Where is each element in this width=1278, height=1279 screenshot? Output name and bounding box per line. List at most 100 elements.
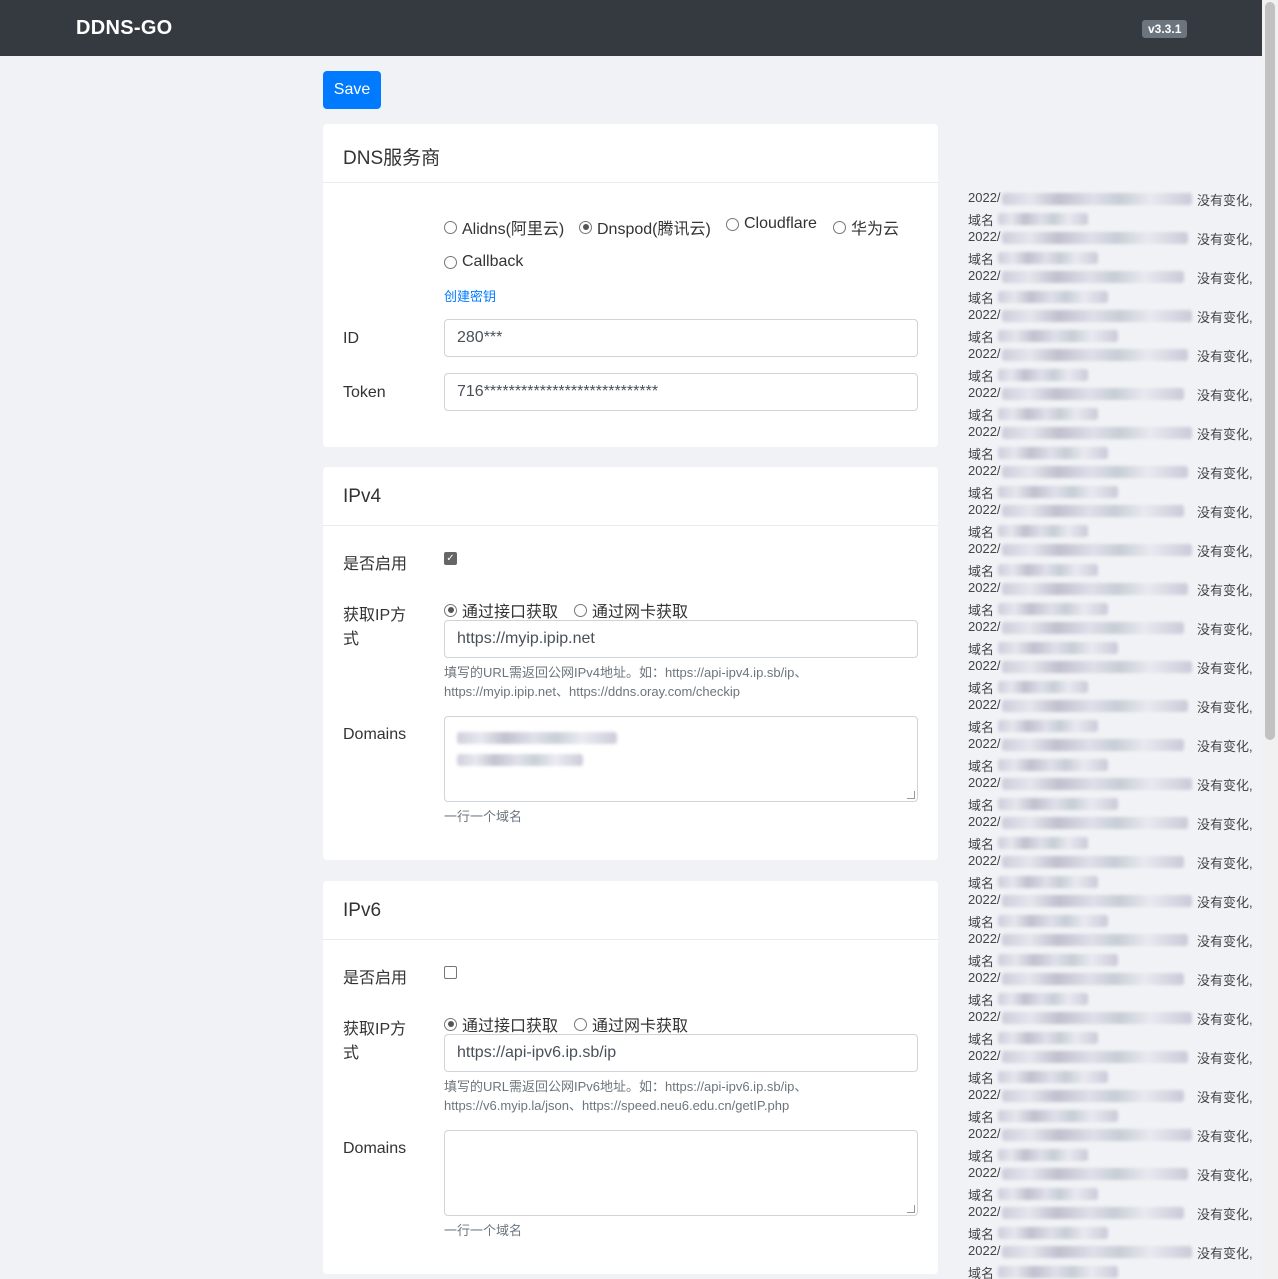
- redacted-log-text: [1002, 739, 1184, 751]
- log-entry-domain: 域名: [968, 403, 1262, 423]
- log-domain-label: 域名: [968, 368, 995, 384]
- ipv6-enable-checkbox[interactable]: [444, 966, 457, 979]
- log-entry-domain: 域名: [968, 949, 1262, 969]
- ipv4-method-api-label: 通过接口获取: [462, 604, 559, 621]
- log-date: 2022/: [968, 307, 1001, 322]
- log-domain-label: 域名: [968, 485, 995, 501]
- log-entry-status: 2022/没有变化,: [968, 1046, 1262, 1066]
- log-entry-domain: 域名: [968, 793, 1262, 813]
- redacted-log-text: [998, 251, 1098, 264]
- log-domain-label: 域名: [968, 329, 995, 345]
- redacted-log-text: [1002, 661, 1192, 673]
- ipv6-method-nic-radio[interactable]: 通过网卡获取: [574, 1012, 688, 1036]
- radio-dnspod-indicator[interactable]: [579, 220, 592, 234]
- radio-callback-indicator[interactable]: [444, 255, 457, 269]
- redacted-log-text: [1002, 232, 1188, 244]
- redacted-log-text: [1002, 505, 1184, 517]
- log-entry-status: 2022/没有变化,: [968, 1202, 1262, 1222]
- log-domain-label: 域名: [968, 1031, 995, 1047]
- resize-grip-icon[interactable]: [907, 791, 915, 799]
- log-domain-label: 域名: [968, 602, 995, 618]
- redacted-log-text: [1002, 544, 1192, 556]
- log-entry-status: 2022/没有变化,: [968, 656, 1262, 676]
- log-domain-label: 域名: [968, 524, 995, 540]
- redacted-log-text: [1002, 700, 1188, 712]
- redacted-log-text: [1002, 817, 1188, 829]
- ipv6-card: IPv6 是否启用 获取IP方式 通过接口获取 通过网卡获取 https://a…: [323, 881, 938, 1274]
- log-entry-status: 2022/没有变化,: [968, 734, 1262, 754]
- log-no-change: 没有变化,: [1197, 778, 1253, 793]
- provider-radio-huaweicloud[interactable]: 华为云: [833, 215, 899, 239]
- save-button[interactable]: Save: [323, 71, 381, 109]
- ipv6-domains-label: Domains: [343, 1140, 407, 1157]
- redacted-log-text: [998, 1031, 1098, 1044]
- redacted-log-text: [998, 758, 1108, 771]
- ipv4-url-help-line1: 填写的URL需返回公网IPv4地址。如：https://api-ipv4.ip.…: [444, 665, 808, 680]
- provider-radio-alidns[interactable]: Alidns(阿里云): [444, 215, 564, 239]
- ipv6-nic-radio-indicator[interactable]: [574, 1017, 587, 1031]
- redacted-log-text: [1002, 1207, 1184, 1219]
- log-entry-status: 2022/没有变化,: [968, 1163, 1262, 1183]
- scrollbar-thumb[interactable]: [1265, 2, 1275, 740]
- log-no-change: 没有变化,: [1197, 1129, 1253, 1144]
- provider-radio-cloudflare[interactable]: Cloudflare: [726, 215, 817, 233]
- id-label: ID: [343, 330, 359, 347]
- ipv6-method-api-label: 通过接口获取: [462, 1018, 559, 1035]
- create-key-link[interactable]: 创建密钥: [444, 286, 496, 305]
- redacted-log-text: [998, 602, 1108, 615]
- log-domain-label: 域名: [968, 407, 995, 423]
- provider-radio-callback[interactable]: Callback: [444, 253, 523, 271]
- ipv6-api-radio-indicator[interactable]: [444, 1017, 457, 1031]
- log-entry-status: 2022/没有变化,: [968, 266, 1262, 286]
- log-domain-label: 域名: [968, 641, 995, 657]
- ipv4-method-api-radio[interactable]: 通过接口获取: [444, 598, 558, 622]
- redacted-log-text: [1002, 349, 1188, 361]
- log-no-change: 没有变化,: [1197, 622, 1253, 637]
- log-date: 2022/: [968, 931, 1001, 946]
- redacted-log-text: [1002, 193, 1192, 205]
- log-no-change: 没有变化,: [1197, 817, 1253, 832]
- log-no-change: 没有变化,: [1197, 349, 1253, 364]
- log-domain-label: 域名: [968, 1070, 995, 1086]
- redacted-log-text: [998, 1187, 1098, 1200]
- ipv4-domains-help: 一行一个域名: [444, 809, 523, 824]
- ipv6-domains-textarea[interactable]: [444, 1130, 918, 1216]
- log-domain-label: 域名: [968, 992, 995, 1008]
- app-brand[interactable]: DDNS-GO: [76, 17, 173, 40]
- redacted-log-text: [1002, 1129, 1192, 1141]
- ipv6-url-input[interactable]: https://api-ipv6.ip.sb/ip: [444, 1034, 918, 1072]
- ipv6-method-api-radio[interactable]: 通过接口获取: [444, 1012, 558, 1036]
- log-no-change: 没有变化,: [1197, 310, 1253, 325]
- ipv4-nic-radio-indicator[interactable]: [574, 603, 587, 617]
- provider-radio-dnspod[interactable]: Dnspod(腾讯云): [579, 215, 711, 239]
- log-date: 2022/: [968, 736, 1001, 751]
- redacted-log-text: [1002, 934, 1188, 946]
- redacted-log-text: [998, 719, 1098, 732]
- log-no-change: 没有变化,: [1197, 427, 1253, 442]
- ipv4-domains-textarea[interactable]: [444, 716, 918, 802]
- log-domain-label: 域名: [968, 212, 995, 228]
- log-entry-domain: 域名: [968, 1105, 1262, 1125]
- redacted-log-text: [1002, 973, 1184, 985]
- ipv4-method-nic-radio[interactable]: 通过网卡获取: [574, 598, 688, 622]
- log-no-change: 没有变化,: [1197, 544, 1253, 559]
- id-input[interactable]: 280***: [444, 319, 918, 357]
- token-input[interactable]: 716****************************: [444, 373, 918, 411]
- log-date: 2022/: [968, 853, 1001, 868]
- redacted-log-text: [1002, 1051, 1188, 1063]
- log-entry-domain: 域名: [968, 871, 1262, 891]
- radio-cloudflare-indicator[interactable]: [726, 217, 739, 231]
- ipv4-api-radio-indicator[interactable]: [444, 603, 457, 617]
- log-entry-status: 2022/没有变化,: [968, 344, 1262, 364]
- log-date: 2022/: [968, 424, 1001, 439]
- resize-grip-icon[interactable]: [907, 1205, 915, 1213]
- radio-huaweicloud-indicator[interactable]: [833, 220, 846, 234]
- ipv4-enable-checkbox[interactable]: ✓: [444, 552, 457, 565]
- ipv6-method-nic-label: 通过网卡获取: [592, 1018, 689, 1035]
- log-entry-status: 2022/没有变化,: [968, 851, 1262, 871]
- radio-alidns-indicator[interactable]: [444, 220, 457, 234]
- ipv4-url-input[interactable]: https://myip.ipip.net: [444, 620, 918, 658]
- log-entry-status: 2022/没有变化,: [968, 812, 1262, 832]
- log-entry-domain: 域名: [968, 442, 1262, 462]
- redacted-log-text: [1002, 856, 1184, 868]
